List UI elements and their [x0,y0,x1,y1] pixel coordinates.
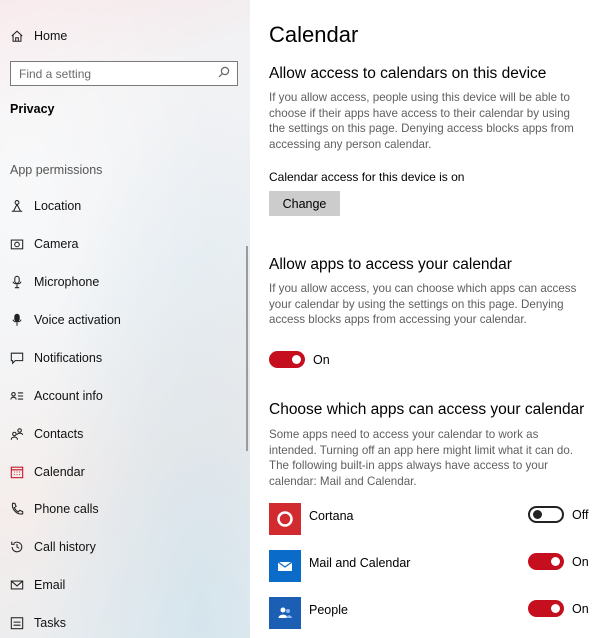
contacts-icon [9,426,25,442]
section-title: Privacy [10,102,55,116]
cortana-toggle[interactable] [528,506,564,523]
sidebar-item-label: Contacts [34,427,84,441]
app-name: Mail and Calendar [309,556,411,570]
search-input[interactable] [19,66,209,81]
tasks-icon [9,615,25,631]
app-toggle-row: On [528,553,589,570]
main-content: Calendar Allow access to calendars on th… [250,0,600,638]
sidebar-item-calendar[interactable]: Calendar [0,455,246,489]
page-title: Calendar [269,22,359,47]
search-icon[interactable] [218,65,230,83]
mail-calendar-icon [269,550,301,582]
home-icon [9,28,25,44]
notifications-icon [9,350,25,366]
sidebar-item-label: Camera [34,237,79,251]
sidebar-scrollbar[interactable] [246,246,248,451]
sidebar-item-call-history[interactable]: Call history [0,530,246,564]
voice-activation-icon [9,312,25,328]
device-access-heading: Allow access to calendars on this device [269,65,547,82]
sidebar-item-label: Notifications [34,351,103,365]
sidebar-item-account-info[interactable]: Account info [0,379,246,413]
history-icon [9,539,25,555]
sidebar-item-label: Account info [34,389,103,403]
cortana-icon [269,503,301,535]
device-access-description: If you allow access, people using this d… [269,91,574,151]
app-row-mail-calendar: Mail and Calendar On [269,550,590,584]
microphone-icon [9,274,25,290]
sidebar-item-label: Home [34,29,68,43]
sidebar-item-label: Email [34,578,66,592]
change-button[interactable]: Change [269,191,340,216]
sidebar-item-tasks[interactable]: Tasks [0,606,246,638]
sidebar: Home Privacy App permissions Location Ca… [0,0,250,638]
mail-calendar-toggle[interactable] [528,553,564,570]
app-name: People [309,603,348,617]
phone-icon [9,501,25,517]
sidebar-item-label: Microphone [34,275,100,289]
apps-access-description: If you allow access, you can choose whic… [269,282,577,326]
email-icon [9,577,25,593]
apps-access-toggle-row: On [269,351,330,368]
sidebar-item-camera[interactable]: Camera [0,227,246,261]
sidebar-item-notifications[interactable]: Notifications [0,341,246,375]
sidebar-item-location[interactable]: Location [0,189,246,223]
group-label: App permissions [10,163,103,177]
app-toggle-row: Off [528,506,588,523]
apps-access-toggle-label: On [313,352,330,367]
apps-access-toggle[interactable] [269,351,305,368]
search-box[interactable] [10,61,238,86]
account-info-icon [9,388,25,404]
app-name: Cortana [309,509,354,523]
sidebar-item-label: Phone calls [34,502,99,516]
app-row-cortana: Cortana Off [269,503,590,537]
people-icon [269,597,301,629]
device-access-status: Calendar access for this device is on [269,170,465,184]
apps-access-heading: Allow apps to access your calendar [269,256,512,273]
camera-icon [9,236,25,252]
app-toggle-row: On [528,600,589,617]
people-toggle[interactable] [528,600,564,617]
sidebar-item-microphone[interactable]: Microphone [0,265,246,299]
sidebar-item-label: Location [34,199,82,213]
sidebar-item-contacts[interactable]: Contacts [0,417,246,451]
location-icon [9,198,25,214]
choose-apps-heading: Choose which apps can access your calend… [269,401,585,418]
sidebar-item-email[interactable]: Email [0,568,246,602]
sidebar-item-voice-activation[interactable]: Voice activation [0,303,246,337]
app-row-people: People On [269,597,590,631]
sidebar-item-home[interactable]: Home [0,19,246,53]
calendar-icon [9,464,25,480]
app-toggle-label: On [572,554,589,569]
sidebar-item-label: Voice activation [34,313,121,327]
sidebar-item-phone-calls[interactable]: Phone calls [0,492,246,526]
sidebar-item-label: Tasks [34,616,66,630]
sidebar-item-label: Calendar [34,465,85,479]
app-toggle-label: Off [572,507,589,522]
choose-apps-description: Some apps need to access your calendar t… [269,428,573,488]
app-toggle-label: On [572,601,589,616]
sidebar-item-label: Call history [34,540,96,554]
